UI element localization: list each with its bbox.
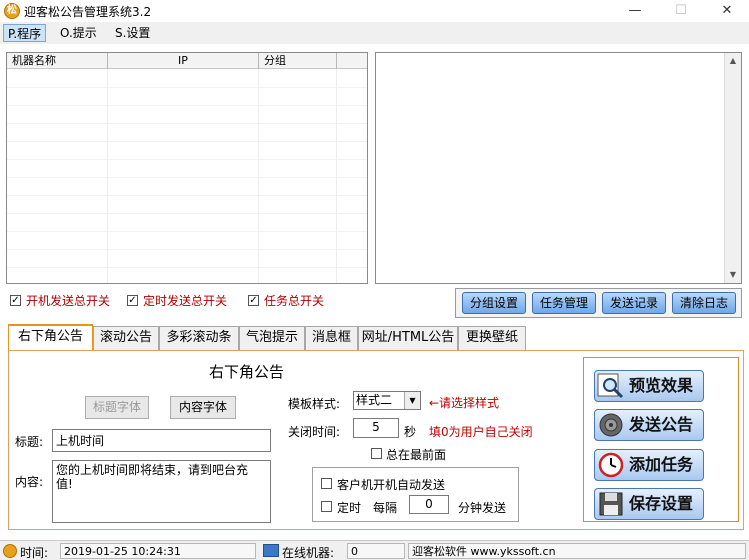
add-task-label: 添加任务: [629, 455, 694, 474]
send-notice-button[interactable]: 发送公告: [594, 409, 704, 441]
app-logo-icon: 松: [4, 3, 20, 19]
column-ip[interactable]: IP: [108, 53, 259, 69]
tab-bubble[interactable]: 气泡提示: [239, 326, 305, 350]
preview-button[interactable]: 预览效果: [594, 370, 704, 402]
interval-unit: 分钟发送: [458, 501, 507, 515]
timed-label: 定时: [337, 501, 362, 515]
menu-tips[interactable]: O.提示: [56, 24, 101, 42]
tab-corner-notice[interactable]: 右下角公告: [8, 324, 93, 351]
interval-input[interactable]: 0: [409, 495, 449, 514]
template-value: 样式二: [356, 393, 393, 407]
timed-send-switch[interactable]: ✓ 定时发送总开关: [127, 292, 237, 308]
checkbox-icon[interactable]: ✓: [127, 295, 138, 306]
content-font-button[interactable]: 内容字体: [170, 396, 236, 419]
group-button-bar: 分组设置 任务管理 发送记录 清除日志: [455, 288, 742, 318]
checkbox-icon[interactable]: ✓: [248, 295, 259, 306]
tab-scroll-notice[interactable]: 滚动公告: [93, 326, 159, 350]
speaker-icon: [599, 413, 623, 437]
close-icon[interactable]: ✕: [704, 0, 749, 22]
send-options-frame: 客户机开机自动发送 定时 每隔 0 分钟发送: [312, 467, 519, 522]
column-machine-name[interactable]: 机器名称: [7, 53, 108, 69]
tab-wallpaper[interactable]: 更换壁纸: [458, 326, 526, 350]
menu-settings[interactable]: S.设置: [111, 24, 154, 42]
checkbox-label: 开机发送总开关: [26, 294, 111, 308]
clock-icon: [598, 452, 624, 478]
checkbox-icon[interactable]: ✓: [10, 295, 21, 306]
company-info: 迎客松软件 www.ykssoft.cn: [408, 543, 746, 559]
clear-log-button[interactable]: 清除日志: [672, 292, 736, 314]
machine-list-header: 机器名称 IP 分组: [7, 53, 367, 69]
tab-color-scroll[interactable]: 多彩滚动条: [159, 326, 239, 350]
template-hint: ←请选择样式: [429, 396, 500, 410]
online-count: 0: [347, 543, 405, 559]
always-on-top-checkbox[interactable]: [371, 448, 382, 459]
panel-title: 右下角公告: [209, 363, 285, 381]
save-settings-button[interactable]: 保存设置: [594, 488, 704, 520]
notice-type-tabs: 右下角公告 滚动公告 多彩滚动条 气泡提示 消息框 网址/HTML公告 更换壁纸: [8, 324, 748, 351]
clock-status-icon: [3, 544, 17, 558]
task-manage-button[interactable]: 任务管理: [532, 292, 596, 314]
close-time-unit: 秒: [404, 425, 417, 439]
magnifier-icon: [597, 373, 624, 399]
status-bar: 时间: 2019-01-25 10:24:31 在线机器: 0 迎客松软件 ww…: [0, 540, 749, 560]
log-panel[interactable]: ▲ ▼: [375, 52, 742, 284]
tab-message-box[interactable]: 消息框: [305, 326, 358, 350]
save-settings-label: 保存设置: [629, 494, 694, 513]
timed-checkbox[interactable]: [321, 501, 332, 512]
template-select[interactable]: 样式二 ▼: [353, 391, 421, 410]
title-input[interactable]: 上机时间: [52, 429, 271, 452]
close-time-label: 关闭时间:: [288, 425, 341, 439]
close-time-input[interactable]: 5: [353, 418, 399, 438]
send-record-button[interactable]: 发送记录: [602, 292, 666, 314]
task-switch[interactable]: ✓ 任务总开关: [248, 292, 338, 308]
maximize-icon[interactable]: ☐: [658, 0, 704, 22]
title-bar: 松 迎客松公告管理系统3.2 — ☐ ✕: [0, 0, 749, 22]
scroll-down-icon[interactable]: ▼: [725, 267, 741, 283]
auto-send-label: 客户机开机自动发送: [337, 478, 446, 492]
monitor-icon: [263, 544, 279, 557]
scroll-up-icon[interactable]: ▲: [725, 53, 741, 69]
add-task-button[interactable]: 添加任务: [594, 449, 704, 481]
template-label: 模板样式:: [288, 397, 341, 411]
auto-send-checkbox[interactable]: [321, 478, 332, 489]
title-label: 标题:: [15, 435, 44, 449]
close-time-hint: 填0为用户自己关闭: [429, 425, 533, 439]
send-notice-label: 发送公告: [629, 415, 694, 434]
title-font-button[interactable]: 标题字体: [85, 396, 149, 419]
column-group[interactable]: 分组: [259, 53, 337, 69]
always-on-top-label: 总在最前面: [386, 448, 447, 462]
group-settings-button[interactable]: 分组设置: [462, 292, 526, 314]
boot-send-switch[interactable]: ✓ 开机发送总开关: [10, 292, 120, 308]
every-label: 每隔: [373, 501, 398, 515]
log-scrollbar[interactable]: ▲ ▼: [724, 53, 741, 283]
content-label: 内容:: [15, 475, 44, 489]
menu-bar: P.程序 O.提示 S.设置: [0, 22, 749, 44]
corner-notice-panel: 右下角公告 标题字体 内容字体 标题: 上机时间 内容: 您的上机时间即将结束，…: [8, 350, 744, 530]
time-value: 2019-01-25 10:24:31: [60, 543, 256, 559]
time-label: 时间:: [20, 546, 49, 560]
action-button-frame: 预览效果 发送公告 添加任务 保存设置: [583, 357, 739, 522]
tab-url-html[interactable]: 网址/HTML公告: [358, 326, 458, 350]
online-label: 在线机器:: [282, 546, 335, 560]
window-title: 迎客松公告管理系统3.2: [24, 5, 152, 19]
checkbox-label: 任务总开关: [264, 294, 325, 308]
floppy-disk-icon: [599, 492, 623, 516]
chevron-down-icon[interactable]: ▼: [404, 392, 420, 409]
preview-label: 预览效果: [629, 376, 694, 395]
minimize-icon[interactable]: —: [612, 0, 658, 22]
content-textarea[interactable]: 您的上机时间即将结束，请到吧台充值!: [52, 460, 271, 523]
menu-program[interactable]: P.程序: [3, 24, 47, 42]
machine-list[interactable]: 机器名称 IP 分组: [6, 52, 368, 284]
checkbox-label: 定时发送总开关: [143, 294, 228, 308]
